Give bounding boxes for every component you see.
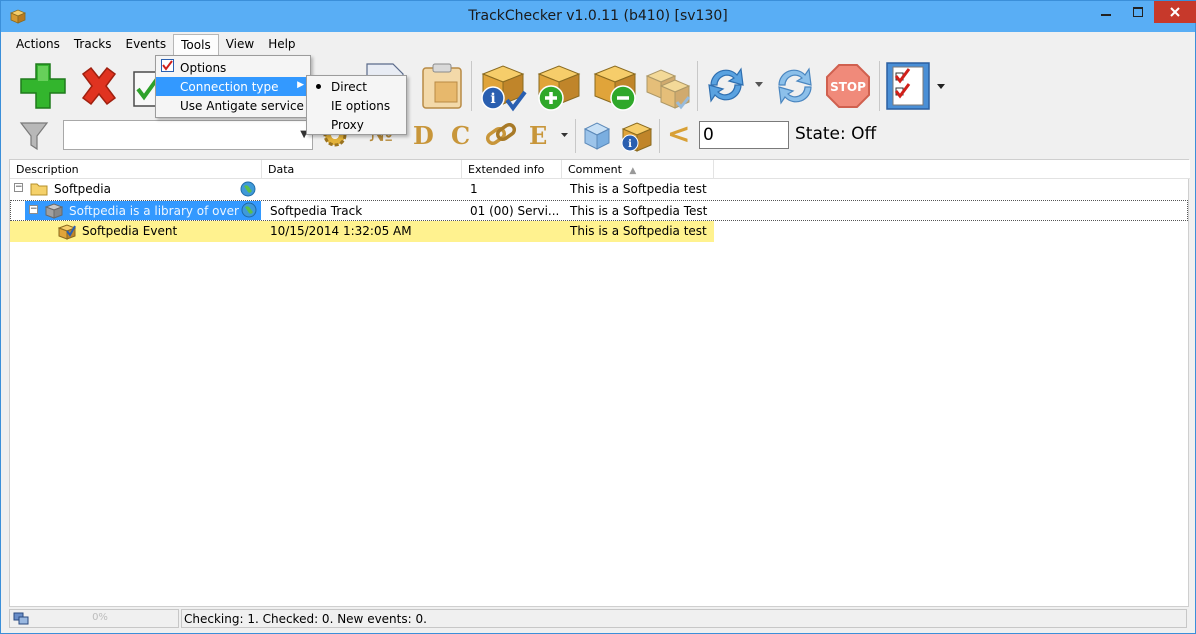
- delete-x-icon[interactable]: [77, 64, 121, 108]
- checklist-icon[interactable]: [885, 61, 931, 111]
- menu-view[interactable]: View: [219, 34, 261, 56]
- tools-menu: Options Connection type ▶ Use Antigate s…: [155, 55, 311, 118]
- status-text: Checking: 1. Checked: 0. New events: 0.: [181, 609, 1187, 628]
- box-info-check-icon[interactable]: i: [477, 60, 527, 112]
- box-remove-icon[interactable]: [589, 60, 639, 112]
- box-add-icon[interactable]: [533, 60, 583, 112]
- toolbar-separator: [659, 119, 660, 153]
- menu-item-options[interactable]: Options: [156, 58, 310, 77]
- toolbar-separator: [697, 61, 698, 111]
- row-data: 10/15/2014 1:32:05 AM: [270, 224, 412, 238]
- chain-link-icon[interactable]: [485, 121, 517, 149]
- filter-funnel-icon[interactable]: [19, 121, 49, 151]
- column-comment-label: Comment: [568, 163, 622, 176]
- stop-icon[interactable]: STOP: [825, 63, 871, 109]
- close-icon: [1170, 7, 1180, 17]
- minimize-button[interactable]: [1091, 1, 1121, 23]
- e-filter-button[interactable]: E: [529, 121, 547, 150]
- status-bar: 0% Checking: 1. Checked: 0. New events: …: [9, 609, 1189, 628]
- column-description[interactable]: Description: [10, 160, 262, 179]
- network-icon: [13, 612, 29, 625]
- collapse-icon[interactable]: −: [14, 183, 23, 192]
- filter-combobox[interactable]: ▼: [63, 120, 313, 150]
- status-progress-panel: 0%: [9, 609, 179, 628]
- menu-tracks[interactable]: Tracks: [67, 34, 119, 56]
- app-window: TrackChecker v1.0.11 (b410) [sv130] Acti…: [0, 0, 1196, 634]
- globe-icon: [240, 181, 256, 197]
- c-filter-button[interactable]: C: [451, 121, 470, 150]
- table-row[interactable]: − Softpedia 1 This is a Softpedia test: [10, 179, 1190, 200]
- row-data: [262, 179, 462, 200]
- menu-bar: Actions Tracks Events Tools View Help: [9, 34, 303, 56]
- collapse-icon[interactable]: −: [29, 205, 38, 214]
- minimize-icon: [1101, 14, 1111, 16]
- dropdown-arrow-icon[interactable]: [755, 82, 763, 88]
- maximize-button[interactable]: [1123, 1, 1153, 23]
- title-bar[interactable]: TrackChecker v1.0.11 (b410) [sv130]: [1, 1, 1196, 32]
- row-comment: This is a Softpedia test: [570, 182, 707, 196]
- row-extended-info: 1: [470, 182, 478, 196]
- count-input[interactable]: 0: [699, 121, 789, 149]
- menu-item-connection-type-label: Connection type: [180, 80, 279, 94]
- submenu-item-proxy[interactable]: Proxy: [307, 115, 406, 134]
- toolbar-separator: [471, 61, 472, 111]
- maximize-icon: [1133, 7, 1143, 17]
- menu-actions[interactable]: Actions: [9, 34, 67, 56]
- submenu-arrow-icon: ▶: [297, 80, 304, 90]
- table-row-selected[interactable]: − Softpedia is a library of over 1 Softp…: [10, 200, 1188, 221]
- clipboard-icon[interactable]: [419, 62, 465, 110]
- svg-text:STOP: STOP: [830, 80, 866, 94]
- open-box-icon[interactable]: [581, 119, 613, 153]
- row-description: Softpedia Event: [82, 224, 178, 238]
- less-than-button[interactable]: <: [667, 117, 690, 150]
- submenu-item-direct[interactable]: Direct: [307, 77, 406, 96]
- menu-help[interactable]: Help: [261, 34, 302, 56]
- table-row-event[interactable]: Softpedia Event 10/15/2014 1:32:05 AM Th…: [10, 221, 714, 242]
- list-header: Description Data Extended info Comment ▲: [10, 160, 1190, 179]
- tracks-list[interactable]: Description Data Extended info Comment ▲…: [9, 159, 1190, 607]
- row-description: Softpedia is a library of over 1: [69, 204, 241, 218]
- connection-type-submenu: Direct IE options Proxy: [306, 75, 407, 135]
- submenu-item-ie-options[interactable]: IE options: [307, 96, 406, 115]
- state-label: State: Off: [795, 124, 877, 144]
- progress-percent: 0%: [92, 612, 108, 623]
- row-extended-info: 01 (00) Servi...: [470, 204, 560, 218]
- sort-ascending-icon: ▲: [629, 166, 637, 176]
- menu-item-antigate[interactable]: Use Antigate service: [156, 96, 310, 115]
- menu-tools[interactable]: Tools: [173, 34, 219, 56]
- add-plus-icon[interactable]: [19, 62, 67, 110]
- globe-icon: [241, 202, 257, 218]
- column-data[interactable]: Data: [262, 160, 462, 179]
- column-comment[interactable]: Comment ▲: [562, 160, 714, 179]
- dropdown-arrow-icon[interactable]: [561, 133, 568, 138]
- row-comment: This is a Softpedia Test: [570, 204, 708, 218]
- dropdown-arrow-icon[interactable]: [937, 84, 945, 90]
- boxes-check-icon[interactable]: [643, 62, 693, 112]
- row-comment: This is a Softpedia test: [570, 224, 707, 238]
- menu-item-connection-type[interactable]: Connection type ▶: [156, 77, 310, 96]
- refresh-icon[interactable]: [703, 63, 749, 107]
- close-button[interactable]: [1154, 1, 1196, 23]
- row-extended-info: [462, 221, 562, 242]
- refresh-all-icon[interactable]: [769, 63, 821, 109]
- d-filter-button[interactable]: D: [413, 121, 434, 150]
- menu-events[interactable]: Events: [119, 34, 174, 56]
- toolbar-separator: [879, 61, 880, 111]
- row-description: Softpedia: [54, 182, 111, 196]
- svg-text:i: i: [490, 91, 495, 107]
- svg-text:i: i: [628, 139, 632, 150]
- window-title: TrackChecker v1.0.11 (b410) [sv130]: [468, 8, 728, 24]
- column-extended-info[interactable]: Extended info: [462, 160, 562, 179]
- filter-toolbar: ▼ № D C E i < 0 State: Off: [9, 115, 1189, 157]
- toolbar-separator: [575, 119, 576, 153]
- row-data: Softpedia Track: [270, 204, 363, 218]
- box-info-icon[interactable]: i: [619, 119, 653, 153]
